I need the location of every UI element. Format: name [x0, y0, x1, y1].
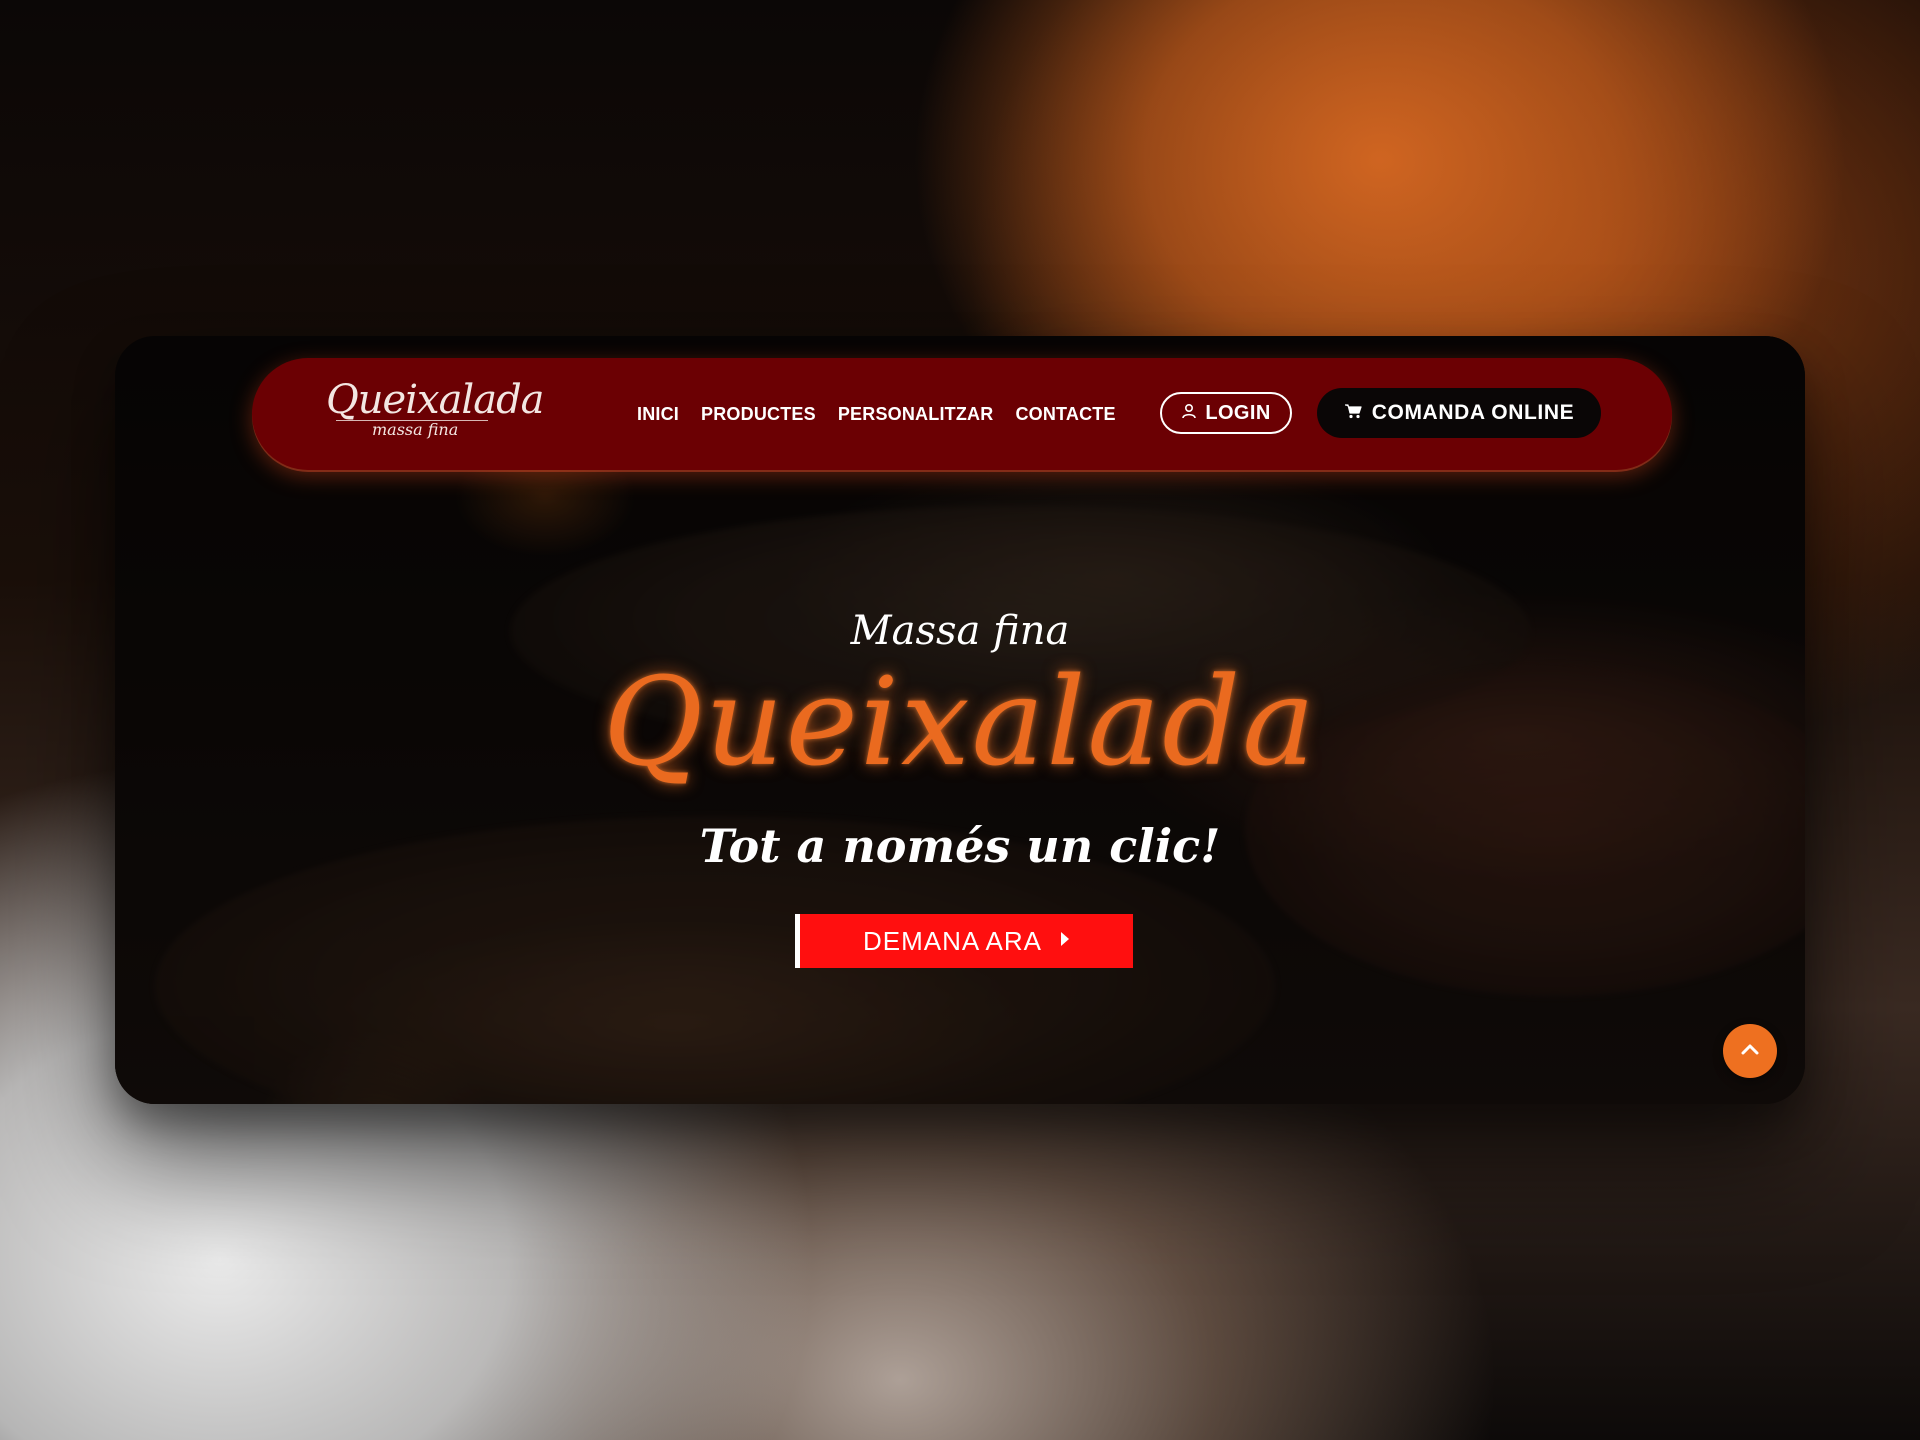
hero-subtitle: Massa fina — [850, 608, 1070, 654]
nav-link-contacte[interactable]: CONTACTE — [1015, 404, 1115, 425]
chevron-up-icon — [1740, 1042, 1760, 1061]
login-label: LOGIN — [1205, 401, 1271, 424]
nav-links: INICI PRODUCTES PERSONALITZAR CONTACTE — [637, 358, 1116, 470]
nav-link-productes[interactable]: PRODUCTES — [701, 404, 816, 425]
caret-right-icon — [1060, 931, 1070, 952]
order-now-button[interactable]: DEMANA ARA — [795, 914, 1133, 968]
order-online-button[interactable]: COMANDA ONLINE — [1317, 388, 1601, 438]
cart-icon — [1344, 403, 1362, 424]
order-now-label: DEMANA ARA — [862, 925, 1043, 956]
scroll-to-top-button[interactable] — [1723, 1024, 1777, 1078]
user-icon — [1181, 403, 1197, 424]
browser-page: Queixalada massa fina INICI PRODUCTES PE… — [115, 336, 1805, 1104]
nav-link-personalitzar[interactable]: PERSONALITZAR — [838, 404, 994, 425]
logo-wordmark: Queixalada — [326, 377, 545, 423]
login-button[interactable]: LOGIN — [1160, 392, 1292, 434]
site-logo[interactable]: Queixalada massa fina — [326, 376, 545, 452]
nav-link-inici[interactable]: INICI — [637, 404, 679, 425]
order-online-label: COMANDA ONLINE — [1371, 401, 1575, 424]
logo-tagline: massa fina — [372, 420, 459, 439]
hero-title: Queixalada — [603, 651, 1317, 793]
main-navbar: Queixalada massa fina INICI PRODUCTES PE… — [252, 358, 1672, 470]
hero-tagline: Tot a només un clic! — [699, 819, 1221, 873]
